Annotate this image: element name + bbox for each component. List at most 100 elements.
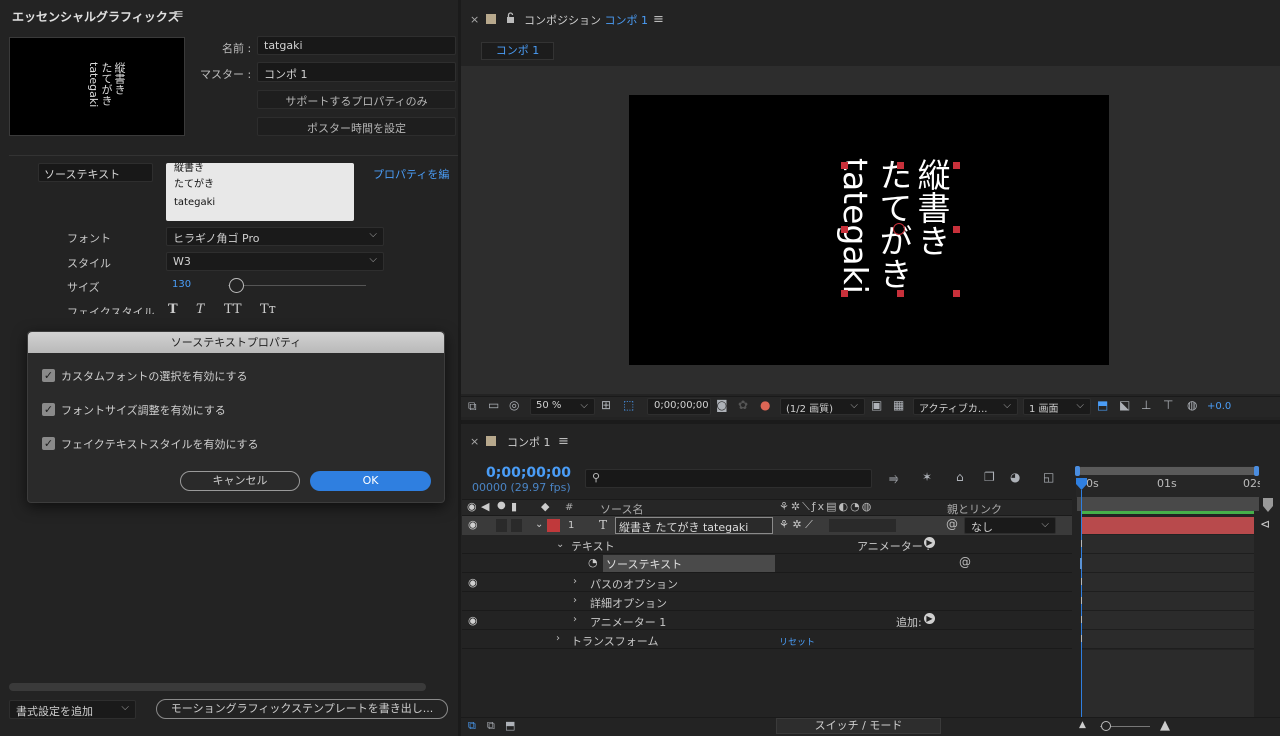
shy-layers-icon[interactable]: ⌂ bbox=[956, 470, 964, 484]
size-slider-track[interactable] bbox=[228, 285, 366, 286]
current-time-field[interactable]: 0;00;00;00 bbox=[647, 398, 711, 415]
prop-row-path-options[interactable] bbox=[462, 573, 1072, 592]
layer-name-field[interactable]: 縦書き たてがき tategaki bbox=[615, 517, 773, 534]
ok-button[interactable]: OK bbox=[310, 471, 431, 491]
work-area-end[interactable] bbox=[1254, 466, 1259, 476]
view-layout-select[interactable]: 1 画面 ⌵ bbox=[1023, 398, 1091, 415]
faux-italic-icon[interactable]: T bbox=[196, 302, 205, 314]
edit-properties-link[interactable]: プロパティを編 bbox=[373, 166, 450, 182]
graph-editor-icon[interactable]: ◱ bbox=[1043, 470, 1054, 484]
region-of-interest-icon[interactable]: ⬚ bbox=[623, 398, 634, 412]
transform-reset-link[interactable]: リセット bbox=[779, 635, 815, 648]
bbox-handle-tm[interactable] bbox=[897, 162, 904, 169]
comp-mini-flowchart-icon[interactable]: ⥤ bbox=[889, 471, 899, 486]
work-area-bar[interactable] bbox=[1078, 467, 1258, 475]
bbox-handle-ml[interactable] bbox=[841, 226, 848, 233]
in-out-icon[interactable]: ⬒ bbox=[505, 719, 515, 732]
bbox-handle-bm[interactable] bbox=[897, 290, 904, 297]
option-faux-style-label[interactable]: フェイクテキストスタイルを有効にする bbox=[61, 436, 259, 452]
header-switches[interactable]: ⚘✲⟍ƒⅹ▤◐◔◍ bbox=[779, 500, 873, 514]
master-field[interactable]: コンポ 1 bbox=[257, 62, 456, 82]
source-text-pickwhip-icon[interactable]: @ bbox=[959, 555, 971, 569]
animator1-visibility-icon[interactable]: ◉ bbox=[468, 614, 478, 627]
header-eye-icon[interactable]: ◉ bbox=[467, 500, 477, 513]
bbox-handle-tr[interactable] bbox=[953, 162, 960, 169]
export-mogrt-button[interactable]: モーショングラフィックステンプレートを書き出し... bbox=[156, 699, 448, 719]
layer-switches-toggle-icon[interactable]: ⧉ bbox=[468, 719, 476, 733]
comp-end-marker[interactable] bbox=[1263, 498, 1274, 512]
animator-add-icon[interactable]: ▶ bbox=[924, 537, 935, 548]
all-caps-icon[interactable]: TT bbox=[224, 302, 242, 314]
layer-switches[interactable]: ⚘ ✲ ⟋ bbox=[779, 518, 813, 532]
timeline-timecode[interactable]: 0;00;00;00 bbox=[486, 465, 571, 481]
checkbox-custom-font[interactable]: ✓ bbox=[42, 369, 55, 382]
anchor-point-icon[interactable] bbox=[893, 223, 905, 235]
expand-animator1-icon[interactable]: › bbox=[573, 614, 577, 625]
exposure-reset-icon[interactable]: ◍ bbox=[1187, 398, 1197, 412]
prop-source-text-label[interactable]: ソーステキスト bbox=[603, 555, 775, 572]
layer-label-color[interactable] bbox=[547, 519, 560, 532]
prop-row-more-options[interactable] bbox=[462, 592, 1072, 611]
checkbox-font-size[interactable]: ✓ bbox=[42, 403, 55, 416]
toggle-pixel-aspect-icon[interactable]: ⬒ bbox=[1097, 398, 1108, 412]
prop-row-text[interactable] bbox=[462, 535, 1072, 554]
layer-audio-slot[interactable] bbox=[496, 519, 507, 532]
source-text-input[interactable]: 縦書き たてがき tategaki bbox=[166, 163, 354, 221]
channel-icon[interactable]: ● bbox=[760, 398, 770, 412]
bbox-handle-tl[interactable] bbox=[841, 162, 848, 169]
timeline-comp-name[interactable]: コンポ 1 bbox=[507, 434, 551, 450]
zoom-out-mountain-icon[interactable]: ▲ bbox=[1079, 720, 1086, 730]
layer-solo-slot[interactable] bbox=[511, 519, 522, 532]
zoom-select[interactable]: 50 % ⌵ bbox=[530, 398, 595, 415]
path-options-visibility-icon[interactable]: ◉ bbox=[468, 576, 478, 589]
panel-menu-icon[interactable]: ≡ bbox=[173, 7, 184, 22]
draft-3d-icon[interactable]: ✶ bbox=[922, 470, 932, 484]
checkbox-faux-style[interactable]: ✓ bbox=[42, 437, 55, 450]
layer-visibility-icon[interactable]: ◉ bbox=[468, 518, 478, 531]
transfer-controls-icon[interactable]: ⧉ bbox=[487, 719, 495, 733]
left-scrollbar[interactable] bbox=[9, 683, 426, 691]
switch-mode-toggle[interactable]: スイッチ / モード bbox=[776, 718, 941, 734]
layer-duration-bar[interactable] bbox=[1082, 517, 1254, 534]
style-select[interactable]: W3 ⌵ bbox=[166, 252, 384, 271]
set-poster-time-button[interactable]: ポスター時間を設定 bbox=[257, 117, 456, 136]
always-preview-icon[interactable]: ⧉ bbox=[468, 399, 477, 414]
timeline-close-icon[interactable]: × bbox=[470, 435, 479, 448]
resolution-select[interactable]: (1/2 画質) ⌵ bbox=[780, 398, 865, 415]
header-parent[interactable]: 親とリンク bbox=[947, 501, 1002, 517]
timeline-zoom-thumb[interactable] bbox=[1101, 721, 1111, 731]
transparency-grid-icon[interactable]: ▦ bbox=[893, 398, 904, 412]
expand-transform-icon[interactable]: › bbox=[556, 633, 560, 644]
mask-visibility-icon[interactable]: ◎ bbox=[509, 398, 519, 412]
prop-row-transform[interactable] bbox=[462, 630, 1072, 649]
bbox-handle-bl[interactable] bbox=[841, 290, 848, 297]
close-icon[interactable]: × bbox=[470, 13, 479, 26]
flowchart-icon[interactable]: ⊥ bbox=[1141, 398, 1151, 412]
stopwatch-icon[interactable]: ◔ bbox=[588, 556, 598, 569]
name-field[interactable]: tatgaki bbox=[257, 36, 456, 55]
header-lock-icon[interactable]: ▮ bbox=[511, 500, 517, 513]
snapshot-icon[interactable]: ◙ bbox=[716, 398, 728, 412]
font-select[interactable]: ヒラギノ角ゴ Pro ⌵ bbox=[166, 227, 384, 246]
work-area-start[interactable] bbox=[1075, 466, 1080, 476]
expand-path-options-icon[interactable]: › bbox=[573, 576, 577, 587]
header-audio-icon[interactable]: ◀ bbox=[481, 500, 489, 513]
header-solo-icon[interactable]: ● bbox=[497, 500, 506, 511]
zoom-in-mountain-icon[interactable]: ▲ bbox=[1160, 718, 1170, 733]
parent-pickwhip-icon[interactable]: @ bbox=[946, 517, 958, 531]
option-font-size-label[interactable]: フォントサイズ調整を有効にする bbox=[61, 402, 226, 418]
exposure-value[interactable]: +0.0 bbox=[1207, 401, 1231, 412]
monitor-icon[interactable]: ▭ bbox=[488, 398, 499, 412]
comp-panel-menu-icon[interactable]: ≡ bbox=[653, 12, 664, 27]
grid-guide-icon[interactable]: ⊞ bbox=[601, 398, 611, 412]
show-snapshot-icon[interactable]: ✿ bbox=[738, 398, 748, 412]
layer-switch-slots[interactable] bbox=[829, 519, 896, 532]
supported-properties-button[interactable]: サポートするプロパティのみ bbox=[257, 90, 456, 109]
layer-expand-icon[interactable]: ⌄ bbox=[535, 519, 543, 530]
small-caps-icon[interactable]: Tт bbox=[260, 302, 276, 314]
layer-end-icon[interactable]: ⊲ bbox=[1260, 517, 1270, 531]
cancel-button[interactable]: キャンセル bbox=[180, 471, 300, 491]
camera-select[interactable]: アクティブカ... ⌵ bbox=[913, 398, 1018, 415]
panel-title[interactable]: エッセンシャルグラフィックス bbox=[12, 8, 179, 25]
expand-text-icon[interactable]: ⌄ bbox=[556, 539, 564, 550]
